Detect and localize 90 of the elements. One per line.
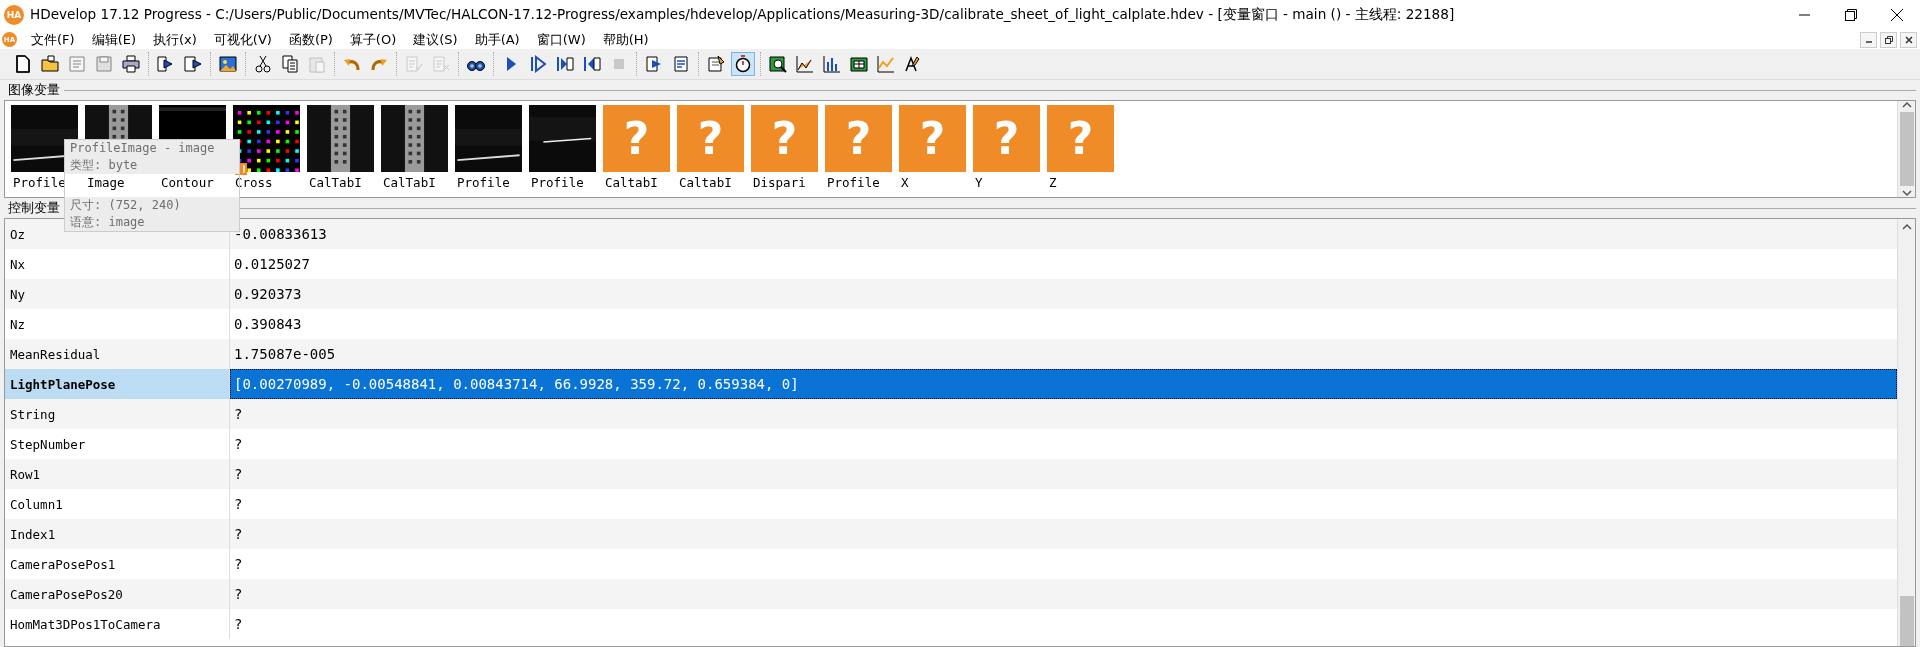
menu-item[interactable]: 助手(A) <box>466 30 529 49</box>
variable-row[interactable]: Index1 ? <box>5 519 1897 549</box>
table-icon <box>849 54 869 74</box>
scrollbar[interactable] <box>1897 219 1915 646</box>
breakpoint-icon <box>706 54 726 74</box>
step-over-icon <box>555 54 575 74</box>
image-label: CaltabI <box>604 174 659 190</box>
variable-value: 0.920373 <box>233 285 303 304</box>
export-icon <box>67 54 87 74</box>
scissors-icon <box>253 54 273 74</box>
image-label: Cross <box>234 174 274 190</box>
histogram-icon <box>822 54 842 74</box>
app-logo: HA <box>4 5 24 25</box>
step-back-icon <box>582 54 602 74</box>
line-chart-icon <box>876 54 896 74</box>
close-button[interactable] <box>1900 31 1917 48</box>
folder-icon <box>40 54 60 74</box>
variable-value: ? <box>233 555 244 574</box>
variable-row[interactable]: CameraPosePos20 ? <box>5 579 1897 609</box>
variable-row[interactable]: MeanResidual 1.75087e-005 <box>5 339 1897 369</box>
variable-name: LightPlanePose <box>5 369 230 399</box>
step-out-icon <box>183 54 203 74</box>
stopwatch-button[interactable] <box>731 52 755 76</box>
image-label: Contour <box>160 174 215 190</box>
image-label: CalTabI <box>382 174 437 190</box>
menu-item[interactable]: 帮助(H) <box>594 30 658 49</box>
menu-item[interactable]: 文件(F) <box>23 30 84 49</box>
menu-item[interactable]: 建议(S) <box>405 30 467 49</box>
variable-value: ? <box>233 465 244 484</box>
image-label: X <box>900 174 910 190</box>
save-icon <box>94 54 114 74</box>
variable-value: 1.75087e-005 <box>233 345 337 364</box>
step-icon <box>528 54 548 74</box>
menu-item[interactable]: 可视化(V) <box>205 30 281 49</box>
variable-value: ? <box>233 525 244 544</box>
variable-row[interactable]: LightPlanePose [0.00270989, -0.00548841, 0.00843714, 66.9928, 359.72, 0.659384, 0] <box>5 369 1897 399</box>
scrollbar[interactable] <box>1897 101 1915 197</box>
variable-value: ? <box>233 585 244 604</box>
reset-program-icon <box>671 54 691 74</box>
image-icon <box>218 54 238 74</box>
image-label: CalTabI <box>308 174 363 190</box>
section-heading: 图像变量 <box>8 81 60 99</box>
copy-icon <box>280 54 300 74</box>
variable-name: HomMat3DPos1ToCamera <box>5 609 230 639</box>
menu-item[interactable]: 函数(P) <box>280 30 342 49</box>
close-icon <box>1891 9 1903 21</box>
restore-button[interactable] <box>1880 31 1897 48</box>
variable-value: 0.390843 <box>233 315 303 334</box>
variable-value: ? <box>233 405 244 424</box>
image-label: Profile <box>826 174 881 190</box>
image-label: Z <box>1048 174 1058 190</box>
paste-icon <box>307 54 327 74</box>
scrollbar-thumb[interactable] <box>1899 596 1914 646</box>
file-icon <box>13 54 33 74</box>
section-heading: 控制变量 <box>8 199 60 217</box>
variable-row[interactable]: Ny 0.920373 <box>5 279 1897 309</box>
image-label: Y <box>974 174 984 190</box>
chevron-up-icon <box>1901 101 1912 109</box>
check-list-icon <box>404 54 424 74</box>
graph-icon <box>795 54 815 74</box>
variable-row[interactable]: String ? <box>5 399 1897 429</box>
variable-value: ? <box>233 495 244 514</box>
close-icon <box>1904 35 1913 44</box>
variable-value: 0.0125027 <box>233 255 311 274</box>
menu-item[interactable]: 算子(O) <box>341 30 406 49</box>
variable-value: ? <box>233 615 244 634</box>
scrollbar-thumb[interactable] <box>1899 112 1914 186</box>
minimize-button[interactable] <box>1860 31 1877 48</box>
image-label: Profile <box>456 174 511 190</box>
image-label: CaltabI <box>678 174 733 190</box>
menu-item[interactable]: 窗口(W) <box>528 30 595 49</box>
print-icon <box>121 54 141 74</box>
variable-row[interactable]: Row1 ? <box>5 459 1897 489</box>
chevron-up-icon <box>1901 223 1912 231</box>
stopwatch-icon <box>733 54 753 74</box>
zoom-image-icon <box>768 54 788 74</box>
variable-value: ? <box>233 435 244 454</box>
restore-icon <box>1884 35 1893 44</box>
restore-icon <box>1845 9 1857 21</box>
chevron-down-icon <box>1901 189 1912 197</box>
menu-item[interactable]: 编辑(E) <box>83 30 145 49</box>
image-label: Dispari <box>752 174 807 190</box>
image-label: Profile <box>12 174 67 190</box>
image-label: Image <box>86 174 126 190</box>
window-title: HDevelop 17.12 Progress - C:/Users/Public/Documents/MVTec/HALCON-17.12-Progress/examples/hdevelop/Applications/Measuring-3D/calibrate_sheet_of_light_calplate.hdev - [变量窗口 - main () - 主线程: 22188] <box>30 6 1456 24</box>
delete-list-icon <box>431 54 451 74</box>
print-button[interactable] <box>119 52 143 76</box>
image-label: Profile <box>530 174 585 190</box>
variable-value: [0.00270989, -0.00548841, 0.00843714, 66.9928, 359.72, 0.659384, 0] <box>230 369 1897 399</box>
menu-item[interactable]: 执行(x) <box>145 30 206 49</box>
